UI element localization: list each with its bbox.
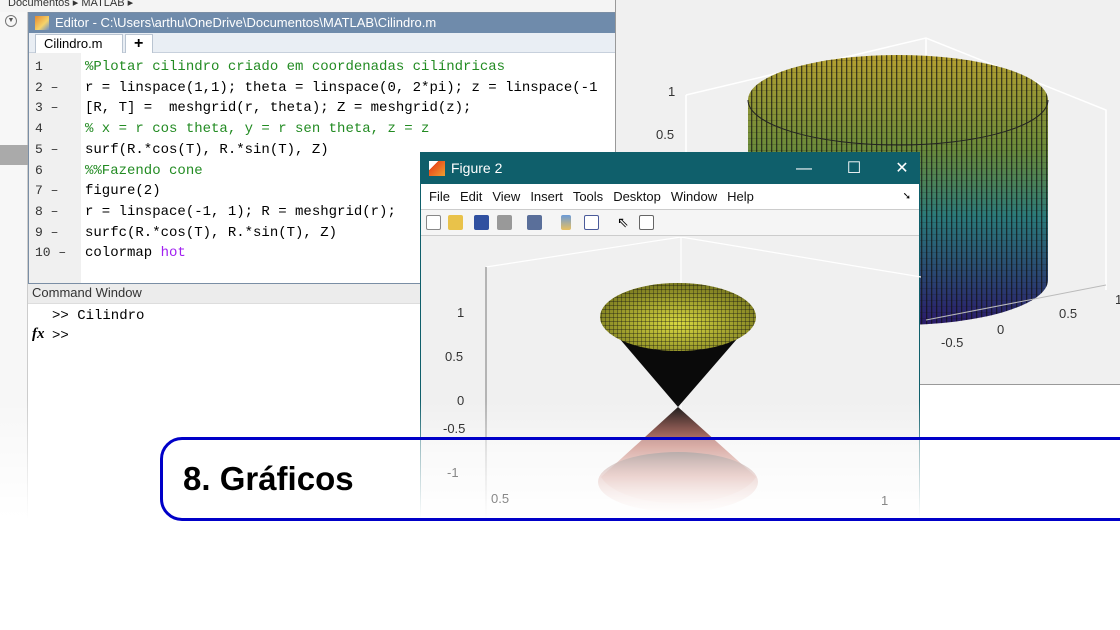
z-tick: -1 — [447, 465, 459, 480]
menu-tools[interactable]: Tools — [573, 184, 603, 210]
z-tick: 0.5 — [445, 349, 464, 364]
minimize-button[interactable]: — — [789, 153, 819, 184]
menu-insert[interactable]: Insert — [530, 184, 563, 210]
command-window-title: Command Window — [28, 284, 428, 304]
x-tick: 1 — [1115, 292, 1120, 307]
editor-titlebar: Editor - C:\Users\arthu\OneDrive\Documen… — [29, 13, 619, 33]
collapse-icon[interactable]: ▼ — [5, 15, 17, 27]
breadcrumb[interactable]: Documentos ▸ MATLAB ▸ — [0, 0, 620, 12]
dock-arrow-icon[interactable]: ➘ — [903, 184, 911, 210]
code-text: [R, T] = meshgrid(r, theta); Z = meshgri… — [85, 100, 472, 117]
tab-label: Cilindro.m — [44, 36, 103, 51]
save-icon[interactable] — [474, 215, 489, 230]
link-plot-icon[interactable] — [527, 215, 542, 230]
code-line[interactable]: surf(R.*cos(T), R.*sin(T), Z) — [85, 142, 329, 158]
code-text: colormap — [85, 245, 161, 262]
code-text: surf(R.*cos(T), R.*sin(T), Z) — [85, 141, 329, 158]
line-number: 8 – — [35, 203, 59, 219]
code-line[interactable]: % x = r cos theta, y = r sen theta, z = … — [85, 121, 429, 137]
command-history-line: >> Cilindro — [52, 308, 145, 324]
property-editor-icon[interactable] — [639, 215, 654, 230]
code-text: surfc(R.*cos(T), R.*sin(T), Z) — [85, 224, 338, 241]
z-tick: 1 — [457, 305, 465, 320]
editor-title: Editor - C:\Users\arthu\OneDrive\Documen… — [55, 15, 437, 30]
code-line[interactable]: figure(2) — [85, 183, 161, 199]
code-text: r = linspace(-1, 1); R = meshgrid(r); — [85, 203, 396, 220]
editor-icon — [35, 16, 49, 30]
line-number: 9 – — [35, 224, 59, 240]
code-keyword: hot — [160, 245, 186, 262]
line-number: 10 – — [35, 245, 67, 261]
x-tick: -0.5 — [941, 335, 964, 350]
cone-mesh — [600, 283, 756, 351]
code-text: % x = r cos theta, y = r sen theta, z = … — [85, 121, 430, 138]
x-tick: 0 — [997, 322, 1005, 337]
menu-desktop[interactable]: Desktop — [613, 184, 661, 210]
line-number: 5 – — [35, 141, 59, 157]
legend-icon[interactable] — [584, 215, 599, 230]
selected-file-row[interactable] — [0, 145, 28, 165]
z-tick: -0.5 — [443, 421, 466, 436]
x-tick: 1 — [881, 493, 889, 508]
tab-cilindro[interactable]: Cilindro.m ✕ — [35, 34, 123, 69]
x-tick: 0.5 — [491, 491, 510, 506]
x-tick: 0.5 — [1059, 306, 1078, 321]
z-tick: 1 — [668, 84, 676, 99]
code-line[interactable]: %Plotar cilindro criado em coordenadas c… — [85, 59, 505, 75]
window-title: Figure 2 — [451, 160, 503, 176]
close-button[interactable]: ✕ — [887, 153, 917, 184]
toolbar: ⇖ — [421, 210, 919, 236]
print-icon[interactable] — [497, 215, 512, 230]
new-tab-button[interactable]: + — [125, 34, 153, 53]
menu-view[interactable]: View — [492, 184, 520, 210]
new-figure-icon[interactable] — [426, 215, 441, 230]
code-text: %%Fazendo cone — [85, 162, 203, 179]
menu-window[interactable]: Window — [671, 184, 717, 210]
code-line[interactable]: r = linspace(1,1); theta = linspace(0, 2… — [85, 80, 597, 96]
code-line[interactable]: %%Fazendo cone — [85, 163, 203, 179]
code-text: figure(2) — [85, 183, 161, 200]
chapter-title: 8. Gráficos — [183, 460, 354, 497]
code-line[interactable]: r = linspace(-1, 1); R = meshgrid(r); — [85, 204, 396, 220]
line-number: 2 – — [35, 79, 59, 95]
open-file-icon[interactable] — [448, 215, 463, 230]
figure-2-titlebar[interactable]: Figure 2 — ☐ ✕ — [421, 153, 919, 184]
line-number: 6 — [35, 162, 43, 178]
command-prompt[interactable]: >> — [52, 328, 69, 344]
code-text: r = linspace(1,1); theta = linspace(0, 2… — [85, 79, 598, 96]
editor-tabs: Cilindro.m ✕ + — [29, 33, 619, 69]
code-line[interactable]: colormap hot — [85, 245, 186, 261]
maximize-button[interactable]: ☐ — [839, 153, 869, 184]
chapter-title-box: 8. Gráficos — [160, 437, 1120, 521]
menu-file[interactable]: File — [429, 184, 450, 210]
matlab-logo-icon — [429, 161, 445, 176]
z-tick: 0.5 — [656, 127, 675, 142]
code-line[interactable]: surfc(R.*cos(T), R.*sin(T), Z) — [85, 225, 337, 241]
line-number: 1 — [35, 59, 43, 74]
fx-icon[interactable]: fx — [32, 326, 45, 343]
code-text: %Plotar cilindro criado em coordenadas c… — [85, 59, 506, 75]
menu-help[interactable]: Help — [727, 184, 754, 210]
code-line[interactable]: [R, T] = meshgrid(r, theta); Z = meshgri… — [85, 100, 471, 116]
line-number: 4 — [35, 121, 43, 137]
line-number: 3 – — [35, 100, 59, 116]
colorbar-icon[interactable] — [561, 215, 571, 230]
menu-edit[interactable]: Edit — [460, 184, 482, 210]
menu-bar: File Edit View Insert Tools Desktop Window Help… — [421, 184, 919, 210]
line-number: 7 – — [35, 183, 59, 199]
pointer-icon[interactable]: ⇖ — [617, 215, 632, 230]
